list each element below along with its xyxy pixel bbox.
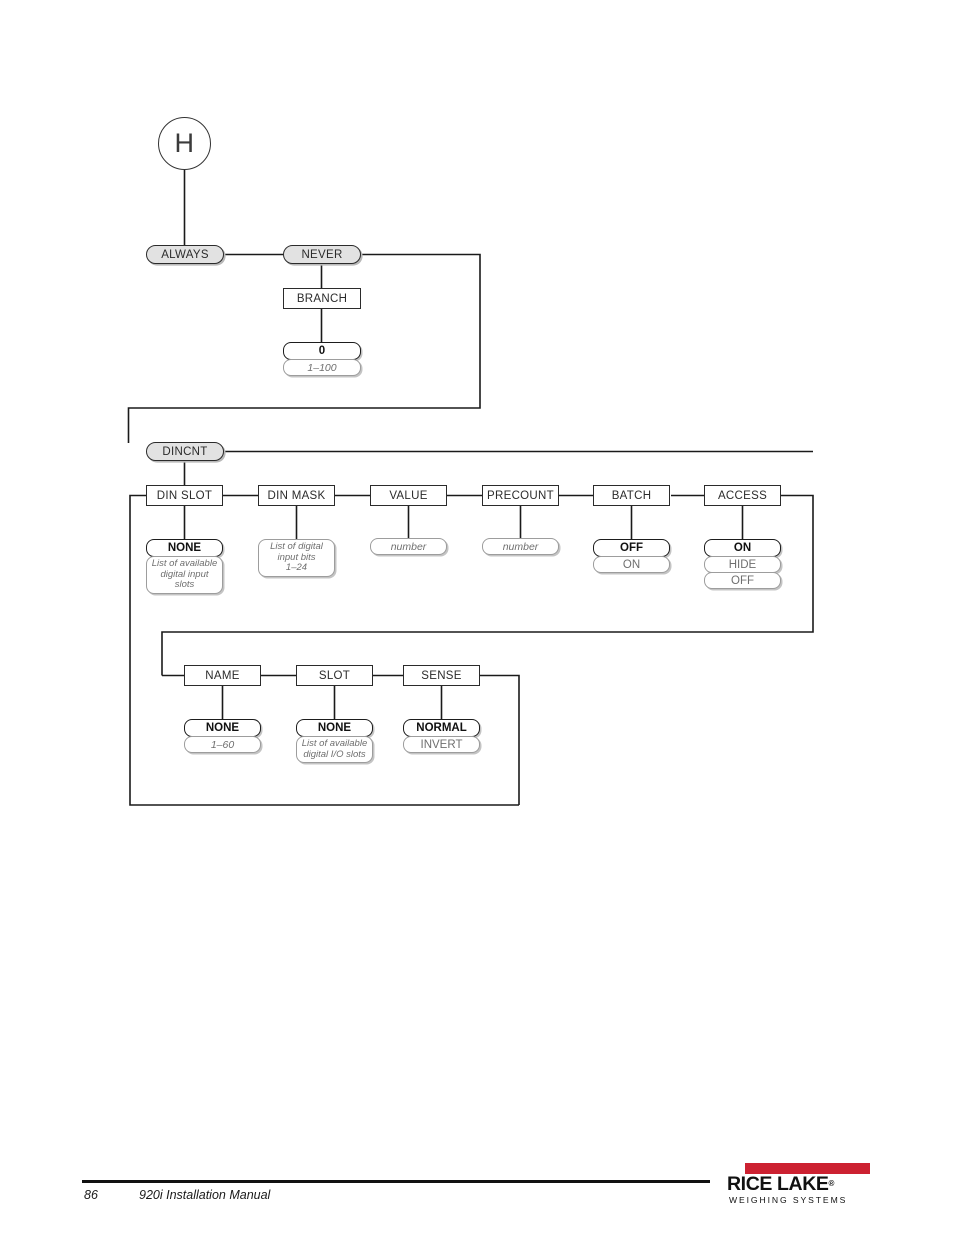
- logo-tagline: WEIGHING SYSTEMS: [729, 1195, 848, 1205]
- value-value-number[interactable]: number: [370, 538, 447, 555]
- flow-entry-label: H: [174, 128, 195, 158]
- connector-lines: [127, 170, 814, 806]
- manual-page: H ALWAYS NEVER BRANCH 0 1–100 DINCNT DIN…: [0, 0, 954, 1235]
- value-din-slot-none[interactable]: NONE: [146, 539, 223, 557]
- param-access[interactable]: ACCESS: [704, 485, 781, 506]
- param-din-mask[interactable]: DIN MASK: [258, 485, 335, 506]
- param-batch[interactable]: BATCH: [593, 485, 670, 506]
- menu-item-dincnt-label: DINCNT: [162, 445, 208, 458]
- param-precount[interactable]: PRECOUNT: [482, 485, 559, 506]
- value-din-mask-note[interactable]: List of digital input bits 1–24: [258, 539, 335, 577]
- value-batch-off[interactable]: OFF: [593, 539, 670, 557]
- value-precount-number[interactable]: number: [482, 538, 559, 555]
- logo-wordmark: RICE LAKE ®: [727, 1174, 870, 1194]
- param-sense[interactable]: SENSE: [403, 665, 480, 686]
- param-name-label: NAME: [205, 669, 240, 682]
- menu-item-dincnt[interactable]: DINCNT: [146, 442, 224, 461]
- logo-registered-mark: ®: [828, 1179, 835, 1188]
- param-slot[interactable]: SLOT: [296, 665, 373, 686]
- footer-divider: [82, 1180, 710, 1183]
- value-din-slot-note[interactable]: List of available digital input slots: [146, 556, 223, 594]
- value-branch-range[interactable]: 1–100: [283, 359, 361, 376]
- value-stack-din-mask: List of digital input bits 1–24: [258, 539, 335, 577]
- param-access-label: ACCESS: [717, 489, 768, 502]
- value-stack-batch: OFF ON: [593, 539, 670, 573]
- value-access-off[interactable]: OFF: [704, 572, 781, 589]
- value-stack-precount: number: [482, 538, 559, 555]
- flow-entry-connector-h: H: [158, 117, 211, 170]
- param-value[interactable]: VALUE: [370, 485, 447, 506]
- value-slot-note[interactable]: List of available digital I/O slots: [296, 736, 373, 763]
- param-branch-label: BRANCH: [296, 292, 348, 305]
- menu-item-always[interactable]: ALWAYS: [146, 245, 224, 264]
- param-slot-label: SLOT: [318, 669, 351, 682]
- param-din-slot[interactable]: DIN SLOT: [146, 485, 223, 506]
- value-stack-sense: NORMAL INVERT: [403, 719, 480, 753]
- value-sense-invert[interactable]: INVERT: [403, 736, 480, 753]
- param-precount-label: PRECOUNT: [487, 489, 554, 502]
- param-name[interactable]: NAME: [184, 665, 261, 686]
- value-name-none[interactable]: NONE: [184, 719, 261, 737]
- value-stack-access: ON HIDE OFF: [704, 539, 781, 589]
- param-batch-label: BATCH: [611, 489, 652, 502]
- value-access-hide[interactable]: HIDE: [704, 556, 781, 573]
- value-stack-din-slot: NONE List of available digital input slots: [146, 539, 223, 594]
- value-batch-on[interactable]: ON: [593, 556, 670, 573]
- value-stack-name: NONE 1–60: [184, 719, 261, 753]
- param-value-label: VALUE: [389, 489, 428, 502]
- page-number: 86: [84, 1188, 98, 1202]
- param-din-mask-label: DIN MASK: [267, 489, 326, 502]
- document-title: 920i Installation Manual: [139, 1188, 271, 1202]
- value-slot-none[interactable]: NONE: [296, 719, 373, 737]
- param-sense-label: SENSE: [421, 669, 462, 682]
- value-branch-default[interactable]: 0: [283, 342, 361, 360]
- menu-item-never-label: NEVER: [301, 248, 343, 261]
- value-name-range[interactable]: 1–60: [184, 736, 261, 753]
- menu-item-never[interactable]: NEVER: [283, 245, 361, 264]
- value-sense-normal[interactable]: NORMAL: [403, 719, 480, 737]
- param-din-slot-label: DIN SLOT: [156, 489, 213, 502]
- value-stack-slot: NONE List of available digital I/O slots: [296, 719, 373, 763]
- menu-item-always-label: ALWAYS: [161, 248, 209, 261]
- param-branch[interactable]: BRANCH: [283, 288, 361, 309]
- value-access-on[interactable]: ON: [704, 539, 781, 557]
- value-stack-value: number: [370, 538, 447, 555]
- value-stack-branch: 0 1–100: [283, 342, 361, 376]
- logo-wordmark-text: RICE LAKE: [727, 1173, 829, 1195]
- rice-lake-logo: RICE LAKE ® WEIGHING SYSTEMS: [727, 1163, 870, 1207]
